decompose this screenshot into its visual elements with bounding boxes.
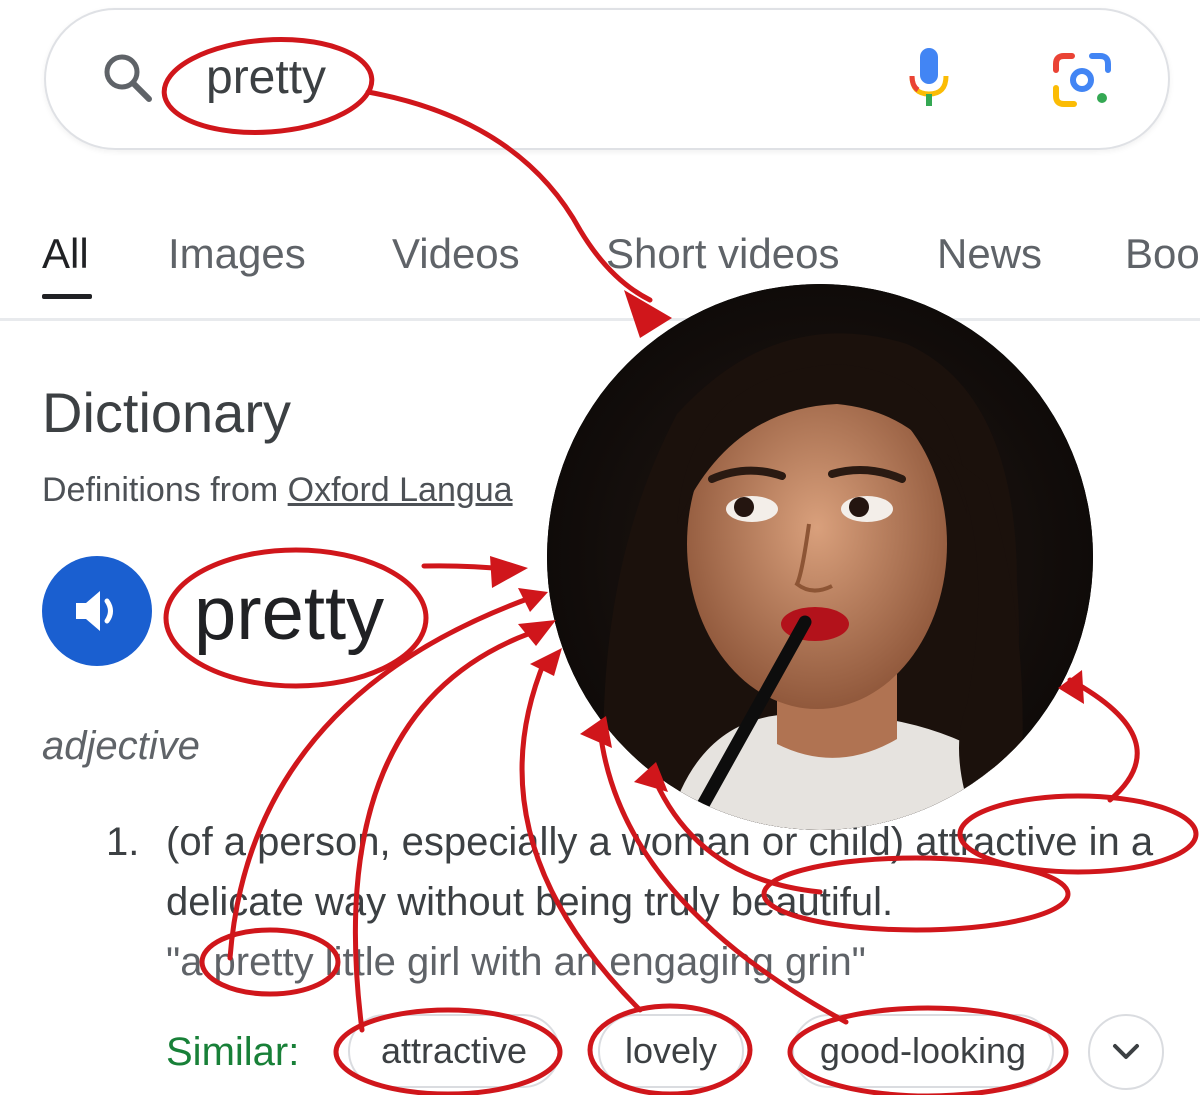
portrait-illustration — [547, 284, 1093, 830]
arrowhead-chip-attractive — [518, 620, 556, 646]
similar-chip-good-looking[interactable]: good-looking — [792, 1014, 1054, 1088]
similar-chip-attractive[interactable]: attractive — [348, 1014, 560, 1088]
arrowhead-headword — [490, 556, 528, 588]
tab-news[interactable]: News — [937, 230, 1042, 278]
arrowhead-chip-lovely — [530, 648, 562, 676]
arrow-headword-to-photo — [421, 563, 518, 573]
more-similar-button[interactable] — [1088, 1014, 1164, 1090]
similar-label: Similar: — [166, 1030, 300, 1074]
definition-text: (of a person, especially a woman or chil… — [166, 820, 1154, 924]
search-query[interactable]: pretty — [206, 50, 326, 106]
definition-number: 1. — [106, 820, 140, 864]
search-tabs: All Images Videos Short videos News Boo — [0, 222, 1200, 302]
tab-short-videos[interactable]: Short videos — [606, 230, 839, 278]
tab-books[interactable]: Boo — [1125, 230, 1200, 278]
part-of-speech: adjective — [42, 724, 200, 768]
google-lens-icon[interactable] — [1052, 52, 1112, 108]
tab-videos[interactable]: Videos — [392, 230, 520, 278]
speaker-icon — [76, 591, 113, 631]
oxford-languages-link[interactable]: Oxford Langua — [288, 471, 513, 509]
similar-chip-lovely[interactable]: lovely — [598, 1014, 744, 1088]
definition-example: "a pretty little girl with an engaging g… — [166, 940, 866, 984]
portrait-photo — [547, 284, 1093, 830]
arrow-attractive-to-photo — [1067, 677, 1140, 803]
pronunciation-button[interactable] — [42, 556, 152, 666]
arrowhead-example — [518, 588, 548, 612]
search-icon[interactable] — [102, 52, 154, 104]
tabs-divider — [0, 318, 1200, 321]
headword: pretty — [194, 571, 385, 656]
dictionary-source: Definitions from Oxford Langua — [42, 470, 513, 510]
chevron-down-icon — [1113, 1044, 1139, 1059]
active-tab-indicator — [42, 294, 92, 299]
tab-all[interactable]: All — [42, 230, 89, 278]
dictionary-title: Dictionary — [42, 381, 291, 444]
microphone-icon[interactable] — [906, 46, 952, 110]
source-prefix: Definitions from — [42, 471, 288, 509]
tab-images[interactable]: Images — [168, 230, 306, 278]
